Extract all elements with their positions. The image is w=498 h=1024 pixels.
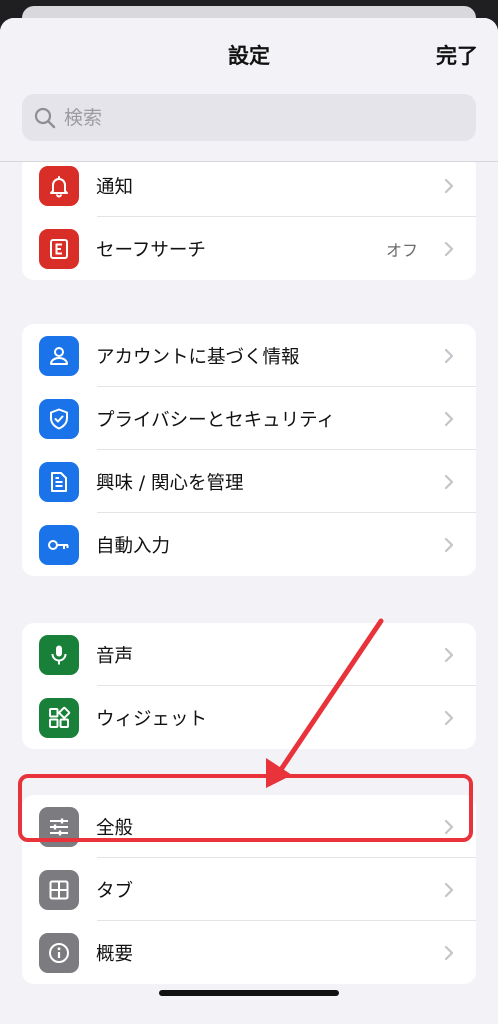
search-input[interactable]: [64, 106, 444, 129]
settings-group-account: アカウントに基づく情報 プライバシーとセキュリティ 興味 / 関心を管理 自動入…: [22, 324, 476, 576]
settings-item-label: 音声: [96, 645, 134, 667]
search-bar[interactable]: [22, 94, 476, 141]
chevron-right-icon: [444, 474, 454, 489]
settings-item-widget[interactable]: ウィジェット: [22, 686, 476, 749]
settings-item-label: 通知: [96, 176, 134, 198]
settings-item-label: 自動入力: [96, 535, 171, 557]
settings-item-label: タブ: [96, 880, 134, 902]
chevron-right-icon: [444, 945, 454, 960]
settings-item-label: セーフサーチ: [96, 239, 206, 261]
chevron-right-icon: [444, 819, 454, 834]
info-icon: [39, 932, 79, 973]
settings-item-label: 概要: [96, 943, 134, 965]
settings-item-privacy-security[interactable]: プライバシーとセキュリティ: [22, 387, 476, 450]
settings-item-general[interactable]: 全般: [22, 795, 476, 858]
chevron-right-icon: [444, 647, 454, 662]
sliders-icon: [39, 806, 79, 847]
settings-item-safesearch[interactable]: セーフサーチ オフ: [22, 217, 476, 280]
settings-item-notifications[interactable]: 通知: [22, 154, 476, 217]
chevron-right-icon: [444, 178, 454, 193]
person-icon: [39, 335, 79, 376]
chevron-right-icon: [444, 348, 454, 363]
done-button[interactable]: 完了: [436, 40, 478, 70]
settings-item-label: ウィジェット: [96, 708, 208, 730]
settings-item-label: アカウントに基づく情報: [96, 346, 300, 368]
document-icon: [39, 461, 79, 502]
settings-item-autofill[interactable]: 自動入力: [22, 513, 476, 576]
chevron-right-icon: [444, 411, 454, 426]
settings-group-notifications: 通知 セーフサーチ オフ: [22, 154, 476, 280]
settings-group-general: 全般 タブ 概要: [22, 795, 476, 984]
home-indicator: [159, 990, 339, 996]
safesearch-icon: [39, 228, 79, 269]
safesearch-status: オフ: [385, 240, 418, 260]
shield-icon: [39, 398, 79, 439]
key-icon: [39, 524, 79, 565]
chevron-right-icon: [444, 241, 454, 256]
settings-item-about[interactable]: 概要: [22, 921, 476, 984]
settings-item-interests[interactable]: 興味 / 関心を管理: [22, 450, 476, 513]
settings-item-label: プライバシーとセキュリティ: [96, 409, 336, 431]
settings-header: 設定 完了: [0, 18, 498, 162]
settings-item-label: 全般: [96, 817, 134, 839]
chevron-right-icon: [444, 710, 454, 725]
settings-item-account-info[interactable]: アカウントに基づく情報: [22, 324, 476, 387]
settings-item-tabs[interactable]: タブ: [22, 858, 476, 921]
settings-sheet: 設定 完了 通知: [0, 18, 498, 1024]
settings-item-voice[interactable]: 音声: [22, 623, 476, 686]
chevron-right-icon: [444, 537, 454, 552]
microphone-icon: [39, 634, 79, 675]
chevron-right-icon: [444, 882, 454, 897]
settings-item-label: 興味 / 関心を管理: [96, 472, 244, 494]
settings-group-voice: 音声 ウィジェット: [22, 623, 476, 749]
tabs-grid-icon: [39, 869, 79, 910]
bell-icon: [39, 165, 79, 206]
page-title: 設定: [228, 44, 270, 68]
widget-icon: [39, 697, 79, 738]
search-icon: [34, 107, 56, 128]
